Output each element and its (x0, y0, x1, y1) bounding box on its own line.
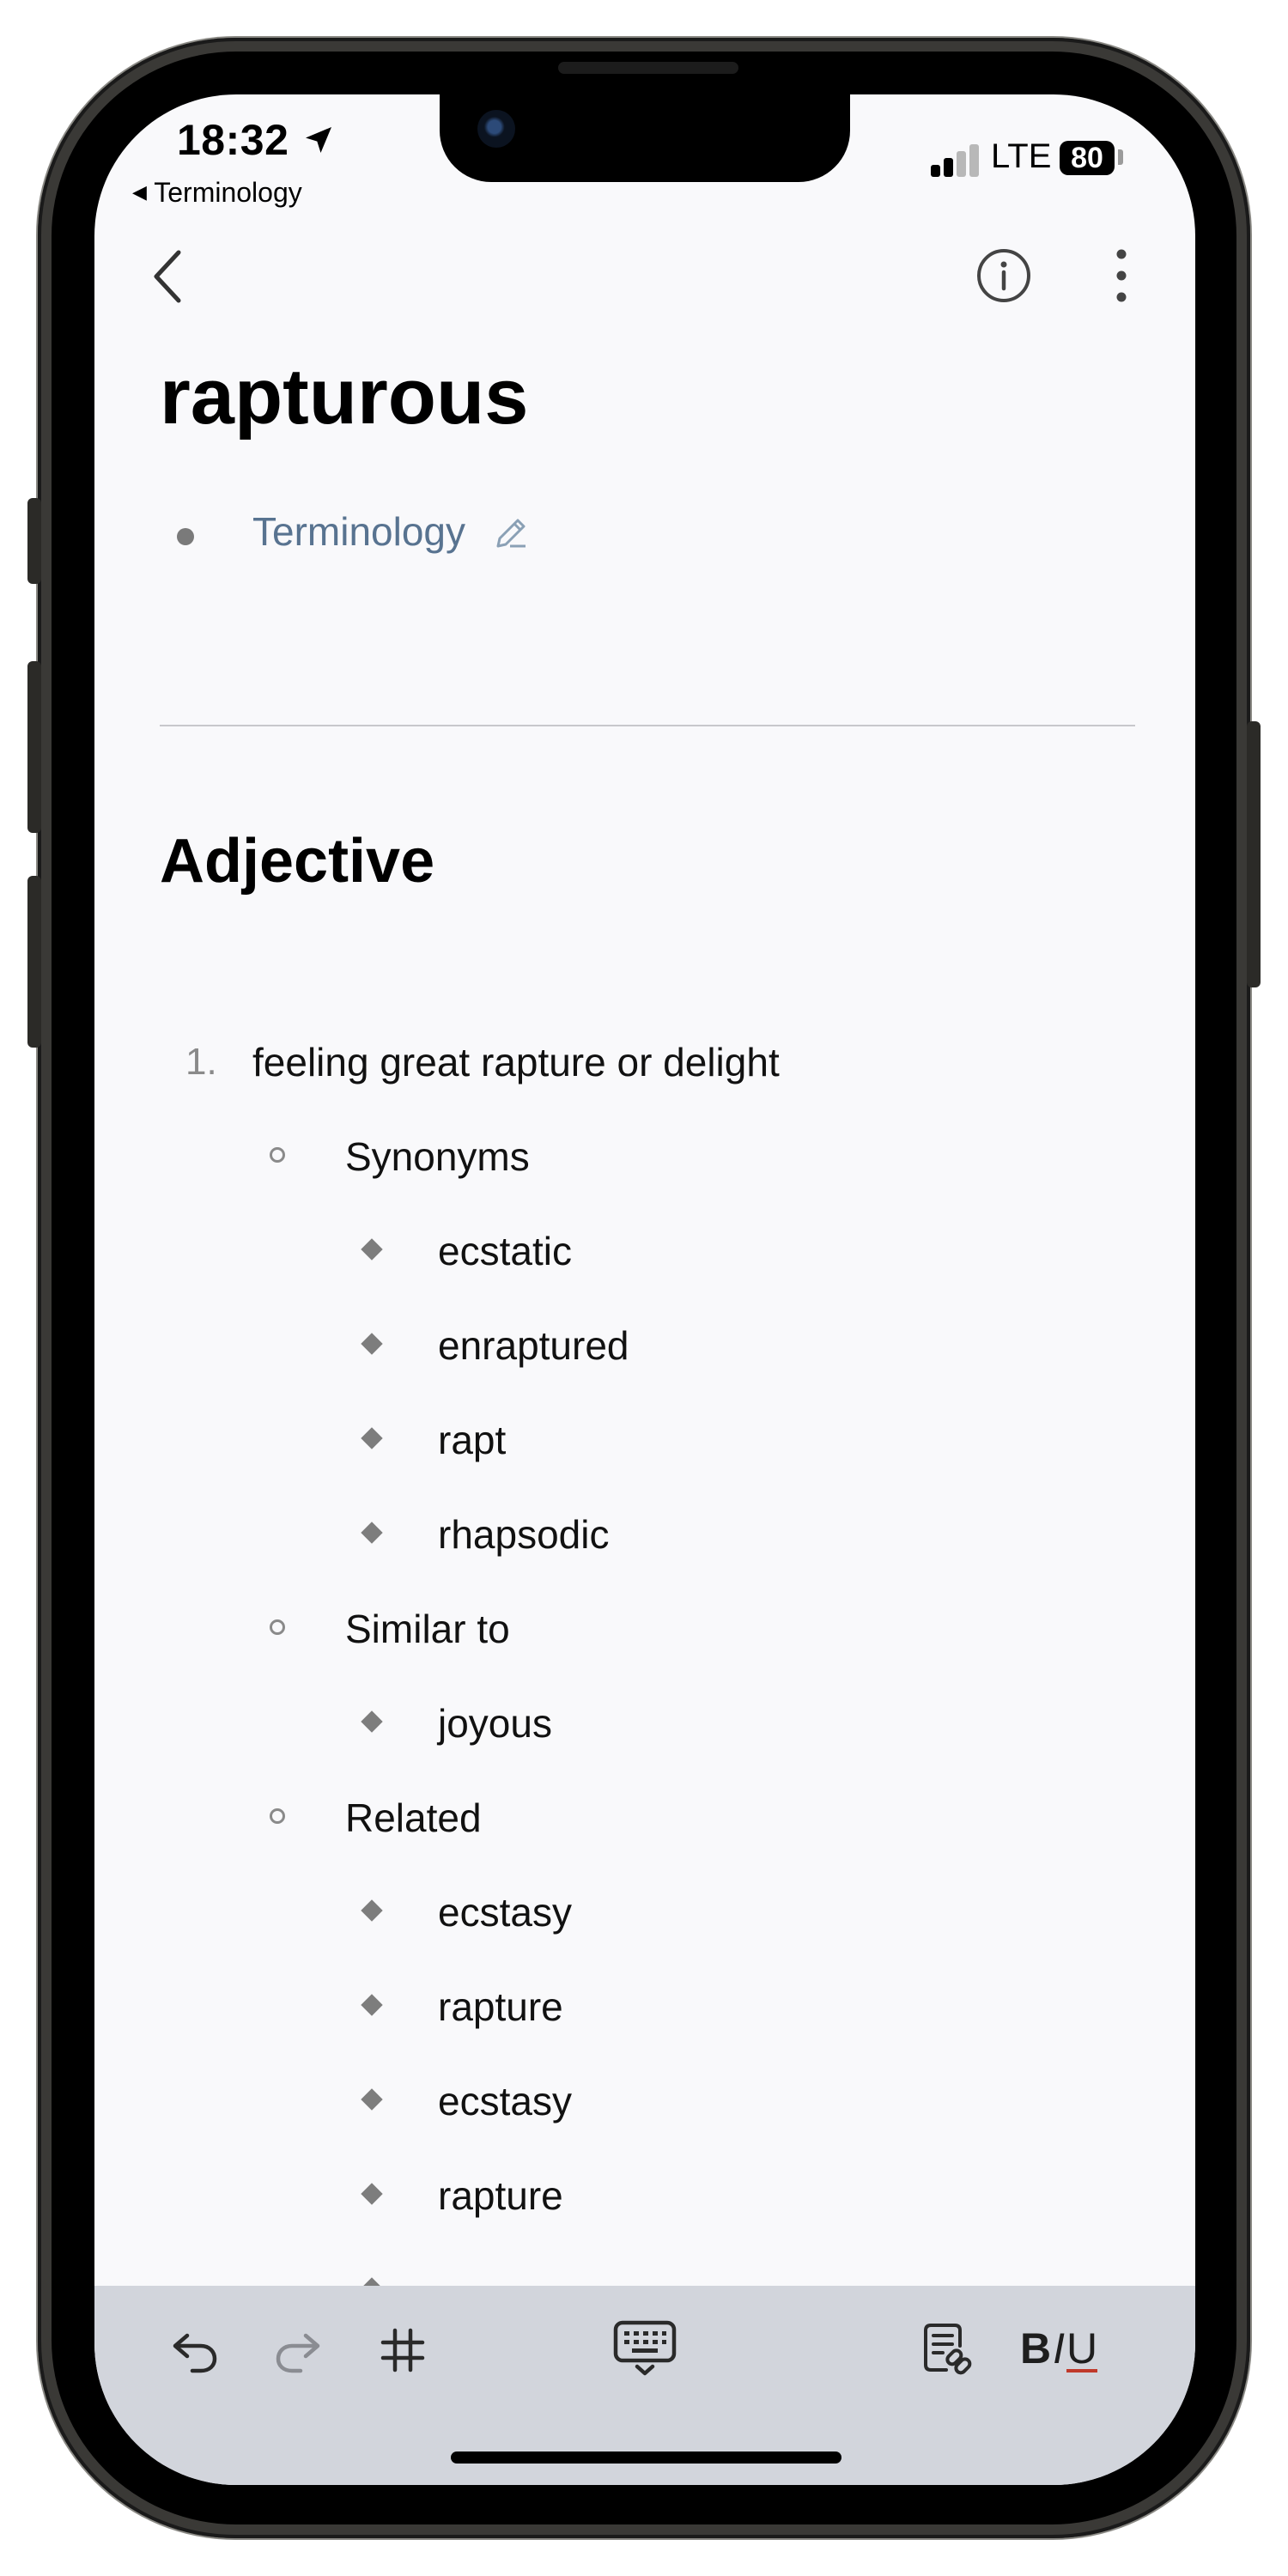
bold-format-label: B (1020, 2324, 1052, 2372)
list-bullet-ring (270, 1808, 285, 1824)
back-app-label: Terminology (154, 177, 302, 208)
list-item: ecstatic (438, 1229, 572, 1273)
list-bullet-diamond (361, 1333, 383, 1355)
pencil-edit-icon[interactable] (491, 513, 531, 553)
italic-format-label: I (1053, 2324, 1066, 2372)
list-item: rhapsodic (438, 1512, 610, 1557)
screen: 18:32 ◀ Terminology LTE 80 rapturous Ter… (94, 94, 1195, 2485)
battery-tip (1118, 149, 1123, 165)
back-triangle-icon: ◀ (132, 181, 147, 203)
text-format-button[interactable]: B I U (1020, 2324, 1098, 2373)
list-bullet-diamond (361, 1238, 383, 1261)
back-chevron-icon[interactable] (143, 242, 194, 311)
info-icon[interactable] (975, 247, 1032, 304)
list-item: ecstasy (438, 1890, 572, 1935)
list-bullet-ring (270, 1619, 285, 1635)
volume-up-button (27, 661, 41, 833)
list-bullet-diamond (361, 2183, 383, 2205)
keyboard-icon[interactable] (613, 2320, 677, 2377)
list-item: rapture (438, 1984, 563, 2029)
list-bullet-diamond (361, 2088, 383, 2111)
editor-toolbar: B I U (94, 2286, 1195, 2485)
group-label-related: Related (345, 1795, 482, 1840)
definition-number: 1. (185, 1041, 217, 1083)
list-bullet-diamond (361, 1710, 383, 1733)
list-bullet-ring (270, 1147, 285, 1163)
tag-bullet (177, 528, 194, 545)
volume-down-button (27, 876, 41, 1048)
back-to-app-link[interactable]: ◀ Terminology (132, 177, 302, 209)
redo-icon[interactable] (271, 2324, 325, 2377)
front-camera (477, 110, 515, 148)
list-bullet-diamond (361, 1899, 383, 1922)
list-item: ecstasy (438, 2079, 572, 2123)
home-indicator (451, 2451, 841, 2464)
earpiece-speaker (558, 62, 738, 74)
location-arrow-icon (305, 127, 331, 153)
note-link-icon[interactable] (920, 2322, 974, 2379)
table-grid-icon[interactable] (376, 2324, 429, 2377)
status-time: 18:32 (177, 115, 336, 165)
section-divider (160, 725, 1135, 726)
underline-format-label: U (1066, 2324, 1098, 2372)
definition-text: feeling great rapture or delight (252, 1040, 780, 1084)
group-label-similar-to: Similar to (345, 1607, 510, 1651)
list-item: rapture (438, 2173, 563, 2218)
list-bullet-diamond (361, 1522, 383, 1544)
tag-link[interactable]: Terminology (252, 508, 465, 555)
list-item: rapt (438, 1418, 507, 1462)
power-button (1247, 721, 1261, 987)
network-type: LTE (991, 137, 1052, 175)
list-bullet-diamond (361, 1994, 383, 2016)
entry-title: rapturous (160, 353, 529, 440)
list-bullet-diamond (361, 1427, 383, 1449)
undo-icon[interactable] (168, 2324, 222, 2377)
more-vertical-icon[interactable] (1104, 246, 1139, 306)
mute-switch (27, 498, 41, 584)
list-item: enraptured (438, 1323, 629, 1368)
group-label-synonyms: Synonyms (345, 1134, 530, 1179)
battery-indicator: 80 (1060, 141, 1115, 175)
list-item: joyous (438, 1701, 552, 1746)
part-of-speech-heading: Adjective (160, 827, 435, 896)
